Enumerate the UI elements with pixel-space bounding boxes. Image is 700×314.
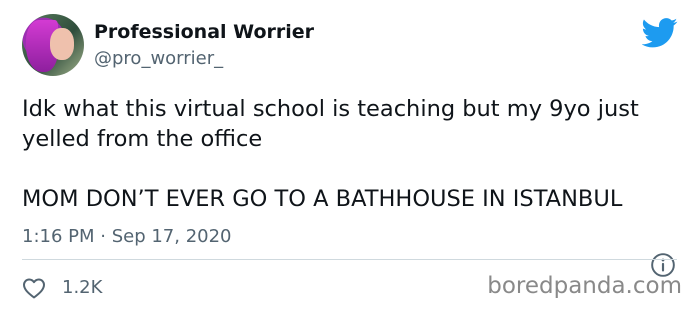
- tweet-text-line: MOM DON’T EVER GO TO A BATHHOUSE IN ISTA…: [22, 186, 623, 212]
- heart-icon[interactable]: [22, 277, 46, 299]
- user-handle[interactable]: @pro_worrier_: [94, 48, 223, 69]
- tweet-card: Professional Worrier @pro_worrier_ Idk w…: [0, 0, 700, 314]
- like-count[interactable]: 1.2K: [62, 277, 102, 298]
- twitter-bird-icon[interactable]: [642, 18, 678, 48]
- tweet-paragraph-gap: [22, 154, 682, 184]
- watermark: boredpanda.com: [487, 273, 682, 299]
- avatar-face: [50, 28, 74, 60]
- display-name[interactable]: Professional Worrier: [94, 21, 314, 43]
- tweet-body: Idk what this virtual school is teaching…: [22, 94, 682, 214]
- divider: [22, 259, 677, 260]
- tweet-timestamp[interactable]: 1:16 PM · Sep 17, 2020: [22, 226, 232, 247]
- avatar[interactable]: [22, 14, 84, 76]
- tweet-text-line: Idk what this virtual school is teaching…: [22, 96, 639, 152]
